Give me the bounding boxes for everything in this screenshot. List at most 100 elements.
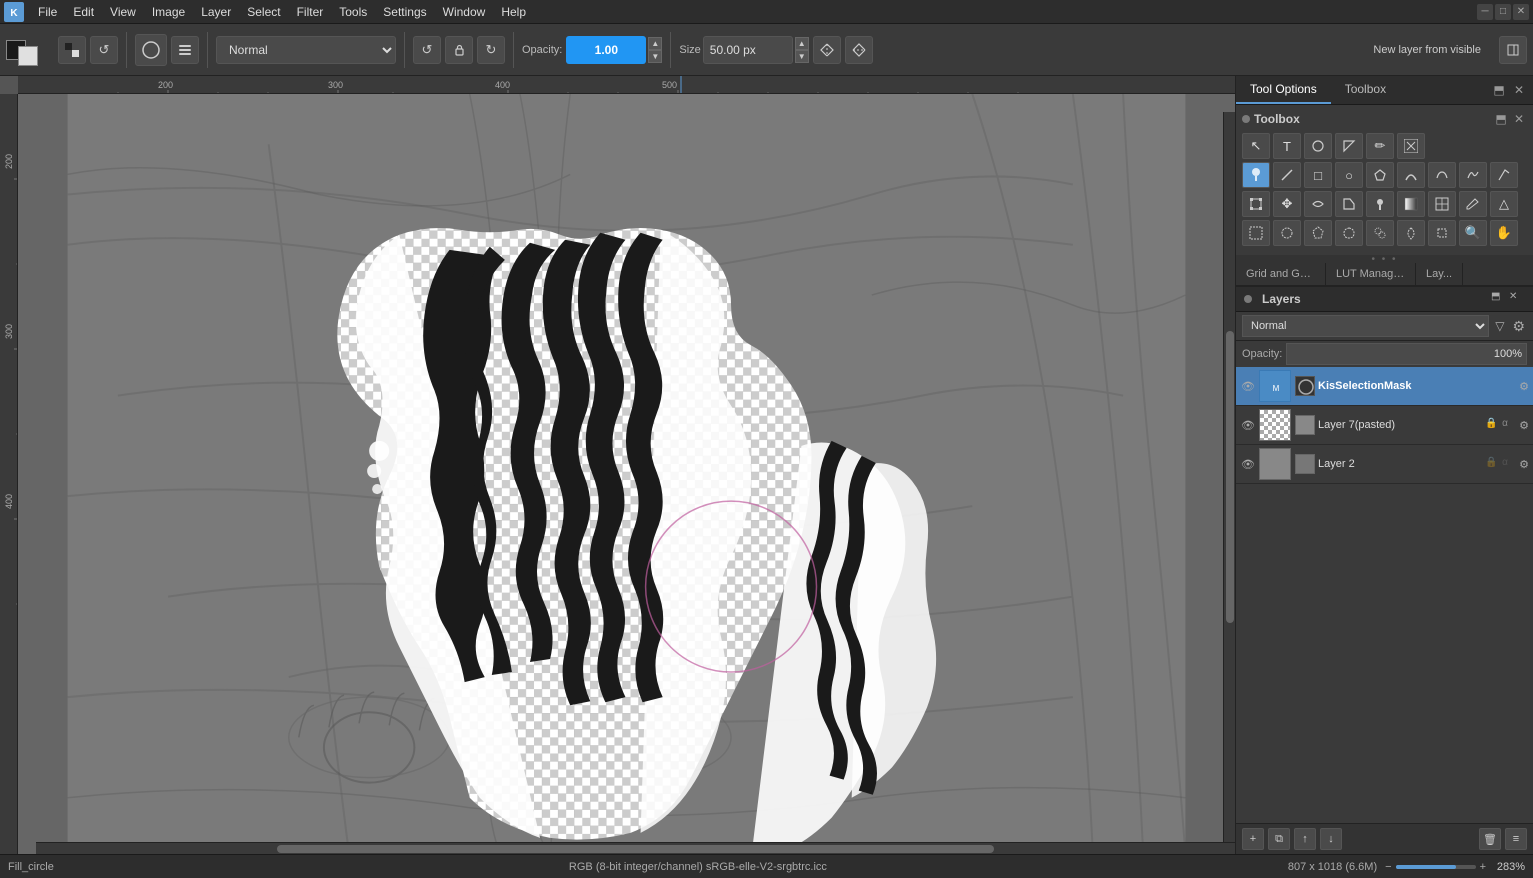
window-minimize[interactable]: ─ — [1477, 4, 1493, 20]
layers-undock-btn[interactable]: ⬒ — [1491, 291, 1507, 307]
zoom-in-btn[interactable]: + — [1480, 861, 1486, 873]
tool-brush[interactable] — [1242, 162, 1270, 188]
menu-edit[interactable]: Edit — [65, 3, 102, 21]
tool-patch[interactable] — [1428, 191, 1456, 217]
layer-lock-layer7[interactable]: 🔒 — [1485, 418, 1499, 432]
tool-zoom[interactable]: 🔍 — [1459, 220, 1487, 246]
layer-alpha-layer7[interactable]: α — [1502, 418, 1516, 432]
mirror-v-btn[interactable] — [845, 36, 873, 64]
tool-select-similar[interactable] — [1366, 220, 1394, 246]
tool-freehand-select[interactable] — [1335, 220, 1363, 246]
layers-filter-icon[interactable]: ▽ — [1493, 319, 1506, 333]
duplicate-layer-btn[interactable]: ⧉ — [1268, 828, 1290, 850]
layer-settings-selection-mask[interactable]: ⚙ — [1519, 380, 1529, 393]
canvas-area[interactable]: 200 300 400 500 — [0, 76, 1235, 854]
tool-contiguous-selection[interactable] — [1335, 133, 1363, 159]
artwork-canvas[interactable] — [18, 94, 1235, 854]
tool-selection-shape[interactable] — [1335, 191, 1363, 217]
menu-tools[interactable]: Tools — [331, 3, 375, 21]
tool-dynamic-brush[interactable] — [1490, 162, 1518, 188]
tool-move[interactable]: ✥ — [1273, 191, 1301, 217]
panel-close-btn[interactable]: ✕ — [1511, 82, 1527, 98]
tool-path[interactable] — [1428, 162, 1456, 188]
canvas-container[interactable] — [18, 94, 1235, 854]
tool-crop[interactable] — [1428, 220, 1456, 246]
tool-color-picker[interactable] — [1366, 191, 1394, 217]
tool-ellipse-select[interactable] — [1273, 220, 1301, 246]
tool-text[interactable]: T — [1273, 133, 1301, 159]
vertical-scrollbar[interactable] — [1223, 112, 1235, 842]
menu-select[interactable]: Select — [239, 3, 288, 21]
new-layer-visible-btn[interactable]: New layer from visible — [1363, 40, 1491, 60]
mirror-h-btn[interactable] — [813, 36, 841, 64]
tool-pan[interactable]: ✋ — [1490, 220, 1518, 246]
subtab-lay[interactable]: Lay... — [1416, 263, 1463, 285]
tool-line[interactable] — [1273, 162, 1301, 188]
reset-colors-btn[interactable]: ↺ — [90, 36, 118, 64]
layers-opacity-input[interactable] — [1286, 343, 1527, 365]
lock-alpha-btn[interactable] — [445, 36, 473, 64]
layer-properties-btn[interactable]: ≡ — [1505, 828, 1527, 850]
size-stepper[interactable]: ▲ ▼ — [795, 37, 809, 63]
zoom-out-btn[interactable]: − — [1385, 861, 1391, 873]
refresh-btn[interactable]: ↺ — [413, 36, 441, 64]
brush-preset-btn[interactable] — [135, 34, 167, 66]
tool-gradient[interactable] — [1397, 191, 1425, 217]
tool-multibrush[interactable] — [1304, 133, 1332, 159]
subtab-grid[interactable]: Grid and Gui... — [1236, 263, 1326, 285]
subtab-lut[interactable]: LUT Managem... — [1326, 263, 1416, 285]
panel-toggle-btn[interactable] — [1499, 36, 1527, 64]
layer-vis-selection-mask[interactable]: 👁 — [1240, 378, 1256, 394]
tool-eraser-bg[interactable] — [1459, 191, 1487, 217]
background-color[interactable] — [18, 46, 38, 66]
layer-vis-layer2[interactable]: 👁 — [1240, 456, 1256, 472]
resize-handle[interactable]: • • • — [1236, 255, 1533, 263]
size-input[interactable] — [703, 36, 793, 64]
tab-tool-options[interactable]: Tool Options — [1236, 76, 1331, 104]
menu-help[interactable]: Help — [493, 3, 534, 21]
layer-alpha-layer2[interactable]: α — [1502, 457, 1516, 471]
menu-settings[interactable]: Settings — [375, 3, 434, 21]
menu-filter[interactable]: Filter — [289, 3, 332, 21]
layer-item-layer7[interactable]: 👁 Layer 7(pasted) 🔒 α ⚙ — [1236, 406, 1533, 445]
tool-rect-select[interactable] — [1242, 220, 1270, 246]
panel-float-btn[interactable]: ⬒ — [1491, 82, 1507, 98]
layers-mode-select[interactable]: Normal Multiply Screen — [1242, 315, 1489, 337]
tool-cursor[interactable]: ↖ — [1242, 133, 1270, 159]
tool-measure[interactable]: △ — [1490, 191, 1518, 217]
move-up-btn[interactable]: ↑ — [1294, 828, 1316, 850]
tool-bezier[interactable] — [1397, 162, 1425, 188]
toolbox-undock-btn[interactable]: ⬒ — [1493, 111, 1509, 127]
zoom-slider-track[interactable] — [1396, 865, 1476, 869]
horizontal-scrollbar[interactable] — [36, 842, 1235, 854]
tool-rect[interactable]: □ — [1304, 162, 1332, 188]
layer-lock-layer2[interactable]: 🔒 — [1485, 457, 1499, 471]
h-scroll-thumb[interactable] — [277, 845, 994, 853]
layers-close-btn[interactable]: ✕ — [1509, 291, 1525, 307]
tool-smart-select[interactable] — [1397, 220, 1425, 246]
tool-pencil[interactable]: ✏ — [1366, 133, 1394, 159]
brush-settings-btn[interactable] — [171, 36, 199, 64]
tool-fill-pattern[interactable] — [1397, 133, 1425, 159]
reset-rotation-btn[interactable]: ↻ — [477, 36, 505, 64]
menu-layer[interactable]: Layer — [193, 3, 239, 21]
layer-item-selection-mask[interactable]: 👁 M KisSelectionMask ⚙ — [1236, 367, 1533, 406]
tool-polygon[interactable] — [1366, 162, 1394, 188]
layer-settings-layer7[interactable]: ⚙ — [1519, 419, 1529, 432]
tool-polygon-select[interactable] — [1304, 220, 1332, 246]
menu-file[interactable]: File — [30, 3, 65, 21]
opacity-input[interactable] — [566, 36, 646, 64]
tab-toolbox[interactable]: Toolbox — [1331, 76, 1400, 104]
window-maximize[interactable]: □ — [1495, 4, 1511, 20]
tool-transform[interactable] — [1242, 191, 1270, 217]
layer-settings-layer2[interactable]: ⚙ — [1519, 458, 1529, 471]
window-close[interactable]: ✕ — [1513, 4, 1529, 20]
blend-mode-select[interactable]: Normal Multiply Screen Overlay — [216, 36, 396, 64]
layer-item-layer2[interactable]: 👁 Layer 2 🔒 α ⚙ — [1236, 445, 1533, 484]
layer-vis-layer7[interactable]: 👁 — [1240, 417, 1256, 433]
menu-view[interactable]: View — [102, 3, 144, 21]
opacity-stepper[interactable]: ▲ ▼ — [648, 37, 662, 63]
tool-warp[interactable] — [1304, 191, 1332, 217]
delete-layer-btn[interactable]: 🗑 — [1479, 828, 1501, 850]
menu-image[interactable]: Image — [144, 3, 193, 21]
